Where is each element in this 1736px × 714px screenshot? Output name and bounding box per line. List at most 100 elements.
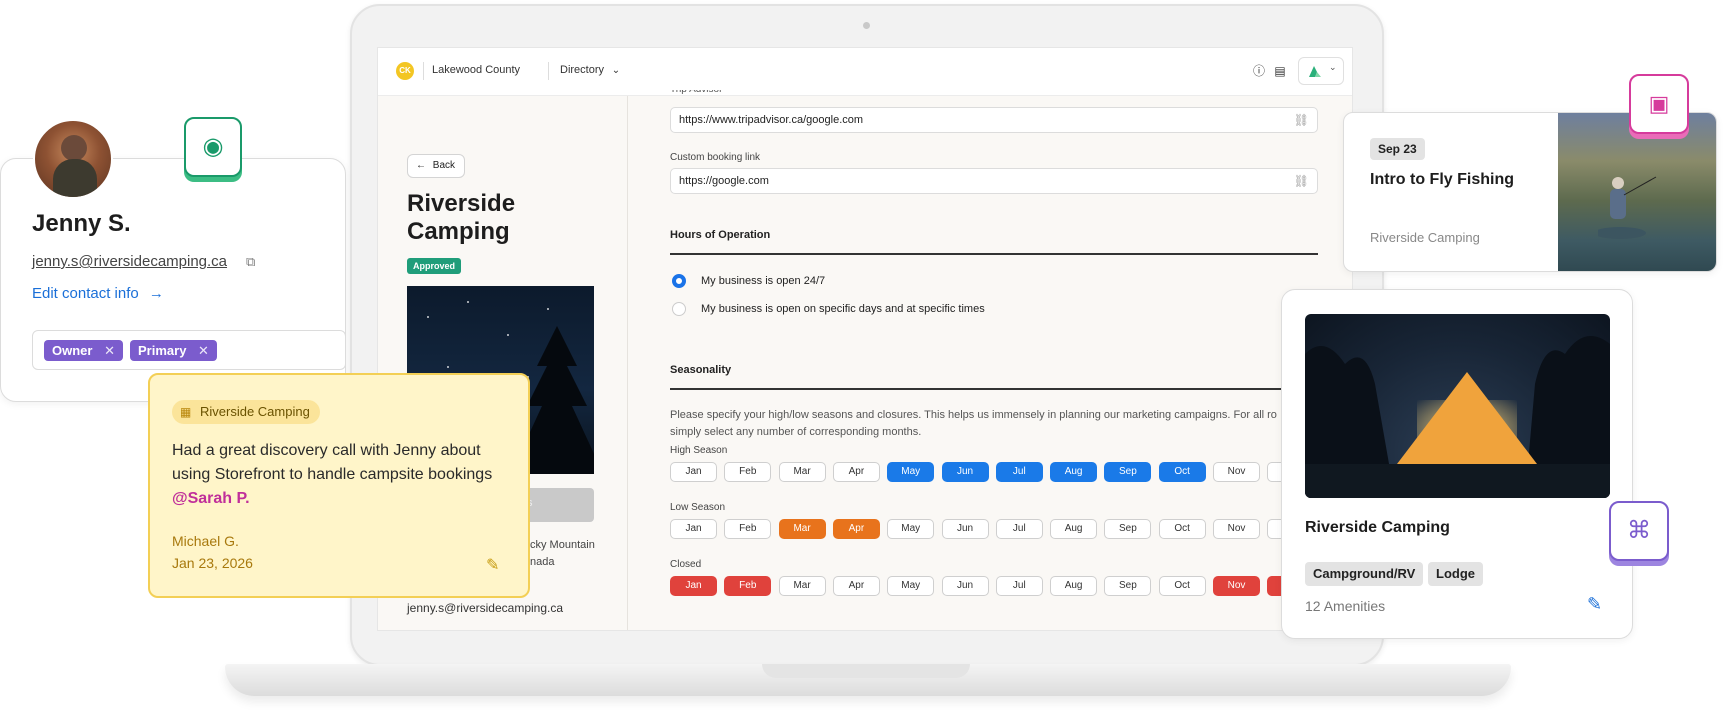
command-icon: ⌘	[1627, 517, 1651, 544]
month-toggle-feb[interactable]: Feb	[724, 576, 772, 596]
radio-label: My business is open on specific days and…	[701, 303, 985, 315]
amenities-count: 12 Amenities	[1305, 598, 1386, 614]
month-toggle-nov[interactable]: Nov	[1213, 462, 1260, 482]
month-toggle-sep[interactable]: Sep	[1104, 519, 1152, 539]
calendar-badge: ▣	[1629, 74, 1689, 134]
description-line: simply select any number of correspondin…	[670, 426, 922, 438]
radio-specific-hours[interactable]	[672, 302, 686, 316]
mention[interactable]: @Sarah P.	[172, 490, 250, 507]
month-toggle-jun[interactable]: Jun	[941, 576, 989, 596]
hours-title: Hours of Operation	[670, 229, 771, 241]
back-button[interactable]: ← Back	[407, 154, 465, 178]
laptop-notch	[762, 664, 970, 678]
address-line: nada	[530, 556, 555, 568]
arrow-left-icon: ←	[416, 160, 426, 171]
listing-card[interactable]: Riverside Camping Campground/RV Lodge 12…	[1281, 289, 1633, 639]
pencil-icon[interactable]: ✎	[1587, 594, 1602, 615]
contact-email[interactable]: jenny.s@riversidecamping.ca	[32, 253, 227, 270]
store-icon: ▦	[180, 405, 192, 419]
receipt-icon[interactable]: ▤	[1271, 62, 1289, 80]
note-date: Jan 23, 2026	[172, 555, 253, 571]
season-row-label: High Season	[670, 445, 728, 456]
month-toggle-nov[interactable]: Nov	[1213, 576, 1260, 596]
close-icon[interactable]: ✕	[198, 343, 209, 358]
role-tags-field[interactable]: Owner ✕ Primary ✕	[32, 330, 346, 370]
month-toggle-may[interactable]: May	[887, 576, 935, 596]
tripadvisor-label: Trip Advisor	[670, 90, 722, 96]
month-toggle-sep[interactable]: Sep	[1104, 576, 1152, 596]
month-toggle-nov[interactable]: Nov	[1213, 519, 1260, 539]
month-toggle-mar[interactable]: Mar	[778, 576, 826, 596]
divider	[548, 62, 549, 80]
month-toggle-apr[interactable]: Apr	[832, 519, 880, 539]
note-chip-label: Riverside Camping	[200, 404, 310, 419]
copy-icon[interactable]: ⧉	[246, 254, 255, 270]
avatar-head	[61, 135, 87, 161]
month-toggle-sep[interactable]: Sep	[1104, 462, 1152, 482]
note-business-chip[interactable]: ▦ Riverside Camping	[172, 400, 320, 424]
listing-title: Riverside Camping	[1305, 519, 1450, 536]
laptop-camera	[863, 22, 870, 29]
org-name[interactable]: Lakewood County	[432, 64, 520, 76]
category-chip: Lodge	[1428, 562, 1483, 586]
booking-url-field[interactable]: https://google.com ⛓	[670, 168, 1318, 194]
month-toggle-apr[interactable]: Apr	[832, 462, 880, 482]
business-title: Riverside Camping	[407, 190, 516, 245]
note-author: Michael G.	[172, 533, 239, 549]
pencil-icon[interactable]: ✎	[486, 555, 499, 575]
month-toggle-oct[interactable]: Oct	[1158, 519, 1206, 539]
listing-photo	[1305, 314, 1610, 498]
user-circle-icon: ◉	[202, 133, 224, 160]
month-toggle-jan[interactable]: Jan	[670, 462, 717, 482]
event-card[interactable]: Sep 23 Intro to Fly Fishing Riverside Ca…	[1343, 112, 1717, 272]
close-icon[interactable]: ✕	[104, 343, 115, 358]
month-toggle-mar[interactable]: Mar	[778, 519, 826, 539]
tag-owner: Owner ✕	[44, 340, 123, 361]
calendar-icon: ▣	[1648, 91, 1670, 116]
month-toggle-jul[interactable]: Jul	[995, 576, 1043, 596]
listing-email: jenny.s@riversidecamping.ca	[407, 601, 564, 615]
avatar-body	[53, 159, 97, 197]
month-toggle-jan[interactable]: Jan	[670, 576, 717, 596]
seasonality-description: Please specify your high/low seasons and…	[670, 407, 1350, 441]
help-icon[interactable]: ⓘ	[1250, 62, 1268, 80]
account-menu-button[interactable]: ⌄	[1298, 57, 1344, 85]
tag-primary: Primary ✕	[130, 340, 217, 361]
description-line: Please specify your high/low seasons and…	[670, 409, 1277, 421]
event-photo	[1558, 113, 1716, 271]
note-body: Had a great discovery call with Jenny ab…	[172, 439, 512, 511]
edit-contact-link[interactable]: Edit contact info →	[32, 285, 164, 302]
avatar	[33, 119, 113, 199]
status-badge: Approved	[407, 258, 462, 274]
angler-silhouette	[1598, 176, 1657, 239]
month-toggle-mar[interactable]: Mar	[778, 462, 826, 482]
edit-contact-label: Edit contact info	[32, 285, 139, 302]
tag-label: Owner	[52, 343, 93, 358]
chevron-down-icon[interactable]: ⌄	[607, 62, 625, 80]
month-toggle-aug[interactable]: Aug	[1050, 462, 1098, 482]
back-label: Back	[432, 160, 456, 171]
brand-logo-icon	[1309, 66, 1321, 77]
month-toggle-apr[interactable]: Apr	[832, 576, 880, 596]
month-toggle-jul[interactable]: Jul	[995, 462, 1043, 482]
booking-url-value: https://google.com	[679, 175, 769, 187]
month-toggle-jun[interactable]: Jun	[941, 519, 989, 539]
listing-address: cky Mountain nada	[530, 537, 595, 571]
directory-nav[interactable]: Directory	[560, 64, 604, 76]
tripadvisor-url-field[interactable]: https://www.tripadvisor.ca/google.com ⛓	[670, 107, 1318, 133]
radio-open-24-7[interactable]	[672, 274, 686, 288]
month-toggle-oct[interactable]: Oct	[1158, 576, 1206, 596]
chevron-down-icon: ⌄	[1329, 62, 1337, 72]
month-toggle-feb[interactable]: Feb	[724, 519, 772, 539]
month-toggle-oct[interactable]: Oct	[1158, 462, 1206, 482]
month-toggle-may[interactable]: May	[887, 462, 935, 482]
month-toggle-aug[interactable]: Aug	[1050, 576, 1098, 596]
month-toggle-jul[interactable]: Jul	[995, 519, 1043, 539]
month-toggle-may[interactable]: May	[887, 519, 935, 539]
month-toggle-jun[interactable]: Jun	[941, 462, 989, 482]
month-toggle-aug[interactable]: Aug	[1050, 519, 1098, 539]
month-toggle-feb[interactable]: Feb	[724, 462, 772, 482]
month-toggle-jan[interactable]: Jan	[670, 519, 717, 539]
org-avatar[interactable]: CK	[396, 62, 414, 80]
radio-label: My business is open 24/7	[701, 275, 826, 287]
